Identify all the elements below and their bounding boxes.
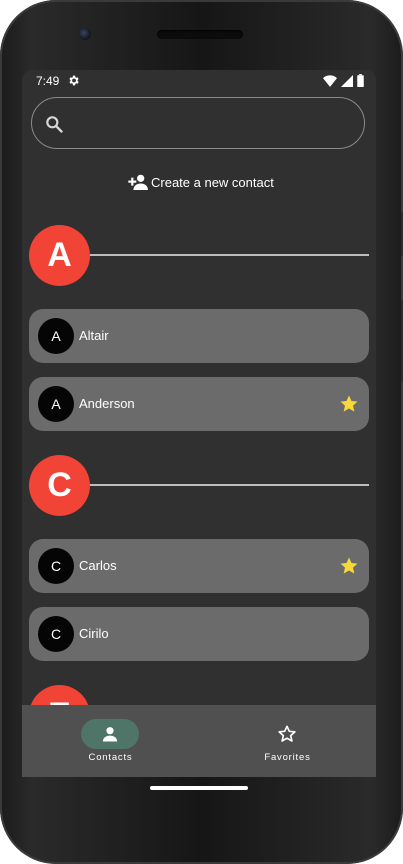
- contact-name: Cirilo: [79, 626, 109, 641]
- person-icon: [102, 727, 118, 742]
- section-divider: [87, 254, 369, 256]
- search-input[interactable]: [76, 108, 350, 140]
- signal-icon: [341, 74, 353, 87]
- section-header-c: C: [29, 455, 369, 517]
- avatar: C: [38, 548, 74, 584]
- earpiece-speaker: [157, 30, 243, 39]
- home-indicator[interactable]: [150, 786, 248, 790]
- nav-label-favorites: Favorites: [264, 752, 311, 763]
- section-divider: [87, 484, 369, 486]
- section-header-a: A: [29, 225, 369, 287]
- app-screen: 7:49 Create a new contact A A Altair A A…: [22, 70, 376, 777]
- battery-icon: [357, 74, 364, 87]
- nav-item-contacts[interactable]: Contacts: [22, 705, 199, 777]
- contact-card-altair[interactable]: A Altair: [29, 309, 369, 363]
- wifi-icon: [323, 74, 337, 87]
- search-icon: [46, 116, 63, 133]
- status-icons: [323, 74, 364, 87]
- phone-frame: 7:49 Create a new contact A A Altair A A…: [0, 0, 403, 864]
- avatar: C: [38, 616, 74, 652]
- front-camera: [79, 28, 91, 40]
- bottom-navigation: Contacts Favorites: [22, 705, 376, 777]
- favorite-star-icon[interactable]: [339, 556, 359, 576]
- contact-name: Anderson: [79, 396, 135, 411]
- search-bar[interactable]: [31, 97, 365, 149]
- contact-name: Carlos: [79, 558, 117, 573]
- contact-card-cirilo[interactable]: C Cirilo: [29, 607, 369, 661]
- create-contact-button[interactable]: Create a new contact: [128, 171, 274, 193]
- section-letter-badge: C: [29, 455, 90, 516]
- section-letter-badge: A: [29, 225, 90, 286]
- contact-card-anderson[interactable]: A Anderson: [29, 377, 369, 431]
- avatar: A: [38, 386, 74, 422]
- status-time: 7:49: [36, 74, 60, 88]
- avatar: A: [38, 318, 74, 354]
- status-bar: 7:49: [22, 70, 376, 92]
- star-outline-icon: [278, 725, 296, 742]
- nav-label-contacts: Contacts: [88, 752, 133, 763]
- favorite-star-icon[interactable]: [339, 394, 359, 414]
- add-person-icon: [128, 174, 148, 190]
- contact-card-carlos[interactable]: C Carlos: [29, 539, 369, 593]
- gear-icon: [69, 75, 79, 86]
- create-contact-label: Create a new contact: [151, 174, 274, 190]
- contact-name: Altair: [79, 328, 109, 343]
- nav-item-favorites[interactable]: Favorites: [199, 705, 376, 777]
